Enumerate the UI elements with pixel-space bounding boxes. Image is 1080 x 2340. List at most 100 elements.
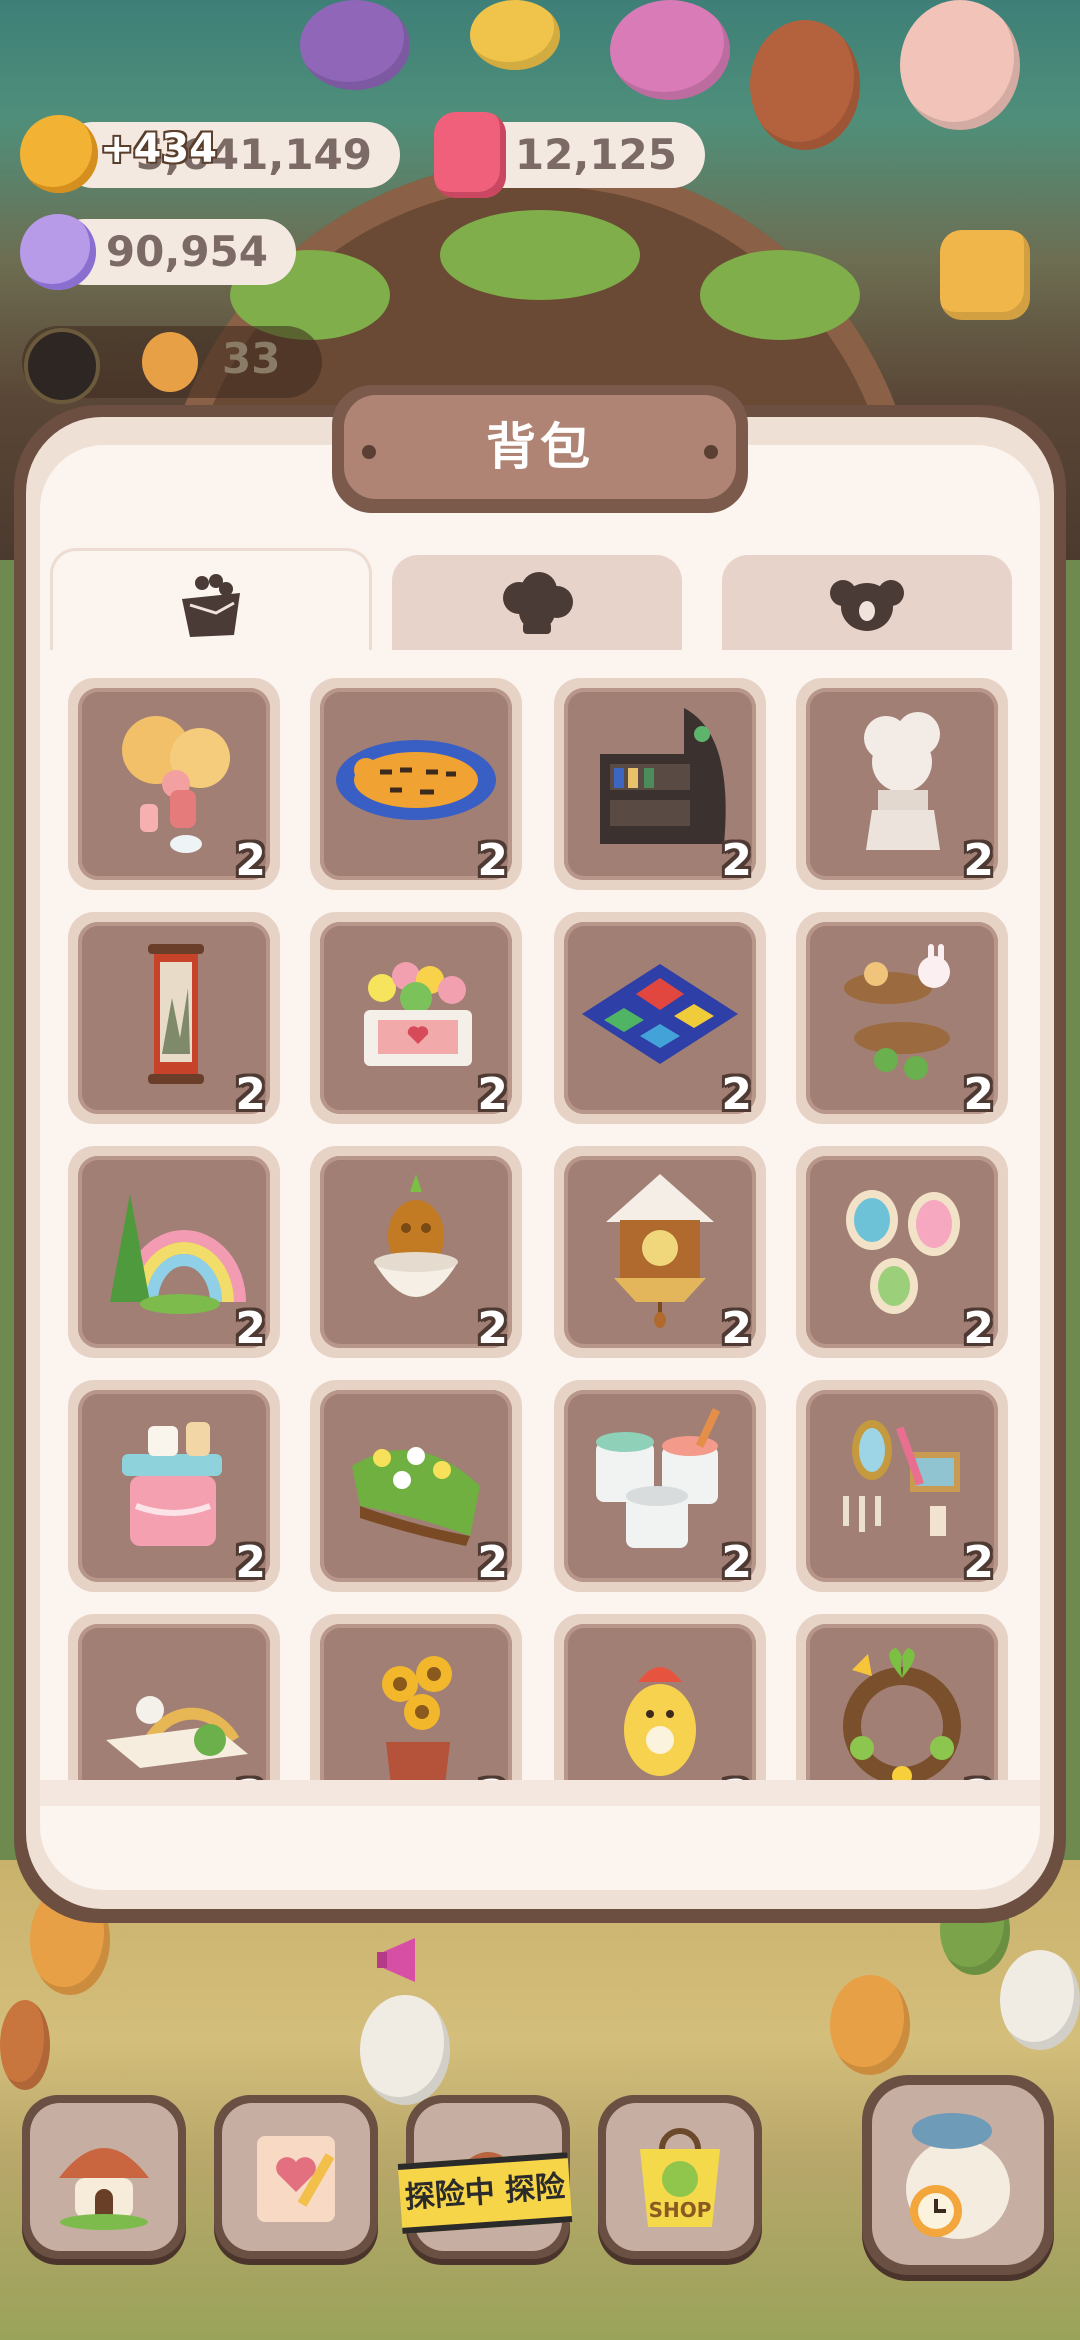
cookie-count-bar[interactable]: 33 xyxy=(22,326,322,404)
bookshelf-icon xyxy=(600,708,726,844)
item-quantity: 2 xyxy=(235,1069,266,1120)
mirror-decor-icon xyxy=(843,1420,960,1536)
koala-icon xyxy=(830,580,904,631)
nail-icon xyxy=(362,445,376,459)
tab-cookies[interactable] xyxy=(392,555,682,651)
inventory-item[interactable]: 2 xyxy=(554,1614,766,1780)
inventory-item[interactable]: 2 xyxy=(796,1614,1008,1780)
inventory-item[interactable]: 2 xyxy=(796,1380,1008,1592)
pineapple-bowl-icon xyxy=(374,1174,458,1297)
npc-character[interactable] xyxy=(300,0,410,90)
item-quantity: 2 xyxy=(235,1771,266,1780)
alarm-fish-button[interactable] xyxy=(862,2075,1054,2275)
sun-slot-icon xyxy=(24,328,100,404)
inventory-item[interactable]: 2 xyxy=(68,1380,280,1592)
candle-icon xyxy=(434,112,506,198)
scroll-painting-icon xyxy=(148,944,204,1084)
cookie-character-icon xyxy=(142,332,198,392)
floating-gain: +434 xyxy=(100,126,218,172)
mushroom-house-icon xyxy=(59,2148,149,2230)
box-icon xyxy=(182,574,240,637)
inventory-item[interactable]: 2 xyxy=(554,1380,766,1592)
npc-character[interactable] xyxy=(610,0,730,100)
alarm-fish-icon xyxy=(906,2113,1010,2239)
inventory-item[interactable]: 2 xyxy=(310,912,522,1124)
item-quantity: 2 xyxy=(963,835,994,886)
coin-cookie-icon xyxy=(20,115,98,193)
item-quantity: 2 xyxy=(963,1537,994,1588)
item-quantity: 2 xyxy=(721,1771,752,1780)
inventory-item[interactable]: 2 xyxy=(554,1146,766,1358)
sink-cabinet-icon xyxy=(122,1422,222,1546)
item-quantity: 2 xyxy=(721,1069,752,1120)
settings-gear-icon[interactable] xyxy=(940,230,1030,320)
megaphone-icon[interactable] xyxy=(375,1930,445,1990)
tab-pets[interactable] xyxy=(722,555,1012,651)
item-quantity: 2 xyxy=(963,1303,994,1354)
tiger-rug-icon xyxy=(336,740,496,820)
inventory-item[interactable]: 2 xyxy=(68,1146,280,1358)
cookie-count: 33 xyxy=(222,334,281,383)
tile-rug-icon xyxy=(582,964,738,1064)
nail-icon xyxy=(704,445,718,459)
item-quantity: 2 xyxy=(235,835,266,886)
item-quantity: 2 xyxy=(721,1537,752,1588)
panel-title: 背包 xyxy=(344,395,736,499)
npc-character[interactable] xyxy=(750,20,860,150)
crystal-gem-icon xyxy=(20,214,96,290)
inventory-item[interactable]: 2 xyxy=(310,678,522,890)
inventory-grid: 2 2 2 2 2 2 2 2 2 2 2 2 2 2 2 2 xyxy=(40,650,1040,1780)
inventory-item[interactable]: 2 xyxy=(554,912,766,1124)
item-quantity: 2 xyxy=(963,1771,994,1780)
inventory-item[interactable]: 2 xyxy=(68,678,280,890)
item-quantity: 2 xyxy=(721,835,752,886)
bunny-table-icon xyxy=(844,944,950,1080)
npc-character[interactable] xyxy=(900,0,1020,130)
flower-hedge-icon xyxy=(352,1447,480,1546)
inventory-item[interactable]: 2 xyxy=(68,1614,280,1780)
adventure-status-tape: 探险中 探险 xyxy=(397,2152,573,2234)
cookie-group-icon xyxy=(503,572,573,634)
inventory-item[interactable]: 2 xyxy=(310,1380,522,1592)
grid-bottom-edge xyxy=(40,1780,1040,1806)
inventory-item[interactable]: 2 xyxy=(310,1614,522,1780)
tab-furniture[interactable] xyxy=(50,548,372,661)
sunflower-pot-icon xyxy=(382,1656,452,1780)
shop-label: SHOP xyxy=(649,2198,712,2222)
clover-bench-icon xyxy=(106,1696,248,1768)
mushroom-vase-icon xyxy=(122,716,230,853)
npc-character[interactable] xyxy=(830,1975,910,2075)
npc-character[interactable] xyxy=(1000,1950,1080,2050)
leaf-cluster xyxy=(700,250,860,340)
paint-buckets-icon xyxy=(596,1408,721,1548)
picture-frames-icon xyxy=(846,1190,960,1314)
npc-character[interactable] xyxy=(470,0,560,70)
npc-character[interactable] xyxy=(0,2000,50,2090)
item-quantity: 2 xyxy=(477,1069,508,1120)
leaf-cluster xyxy=(440,210,640,300)
inventory-item[interactable]: 2 xyxy=(554,678,766,890)
item-quantity: 2 xyxy=(477,835,508,886)
inventory-item[interactable]: 2 xyxy=(796,1146,1008,1358)
home-button[interactable] xyxy=(22,2095,186,2259)
cuckoo-clock-icon xyxy=(606,1174,714,1328)
inventory-item[interactable]: 2 xyxy=(796,678,1008,890)
chick-lamp-icon xyxy=(624,1667,696,1776)
inventory-item[interactable]: 2 xyxy=(68,912,280,1124)
item-quantity: 2 xyxy=(721,1303,752,1354)
shop-button[interactable]: SHOP xyxy=(598,2095,762,2259)
heart-notebook-icon xyxy=(257,2136,335,2222)
item-quantity: 2 xyxy=(477,1537,508,1588)
notebook-button[interactable] xyxy=(214,2095,378,2259)
flower-planter-icon xyxy=(364,962,472,1066)
npc-character[interactable] xyxy=(360,1995,450,2105)
item-quantity: 2 xyxy=(235,1537,266,1588)
rainbow-arch-icon xyxy=(110,1194,246,1314)
item-quantity: 2 xyxy=(235,1303,266,1354)
inventory-item[interactable]: 2 xyxy=(796,912,1008,1124)
shop-bag-icon: SHOP xyxy=(640,2128,720,2227)
inventory-item[interactable]: 2 xyxy=(310,1146,522,1358)
statue-icon xyxy=(864,712,940,850)
item-quantity: 2 xyxy=(963,1069,994,1120)
item-quantity: 2 xyxy=(477,1303,508,1354)
